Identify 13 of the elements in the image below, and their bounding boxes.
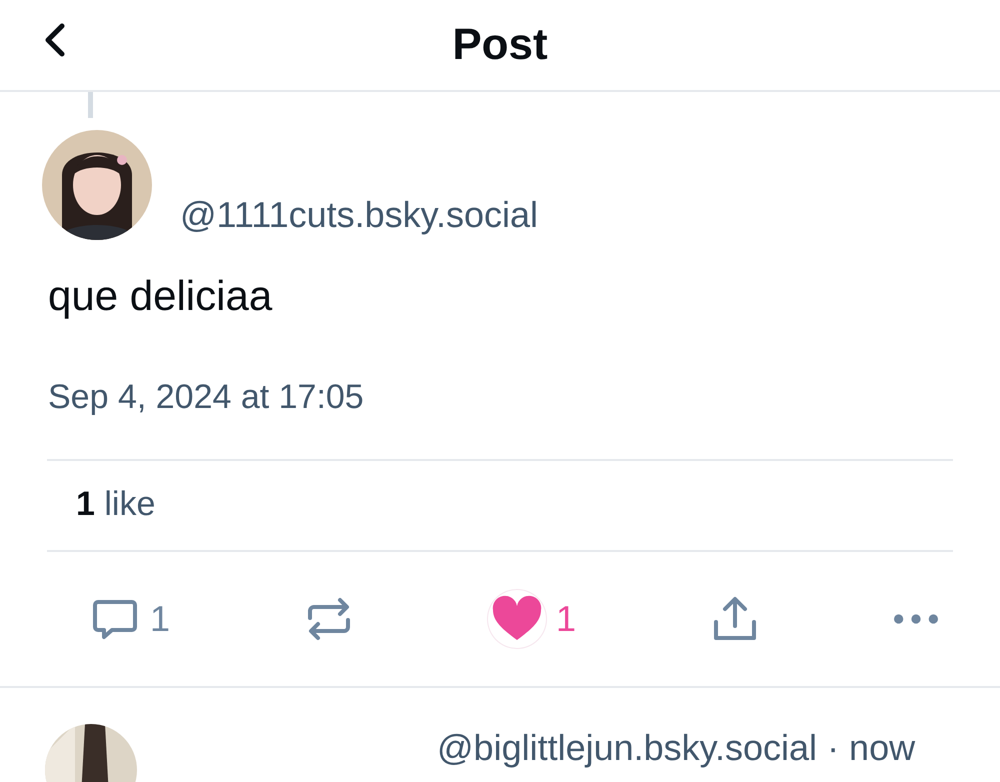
like-count[interactable]: 1 like <box>0 461 1000 550</box>
reply-handle[interactable]: @biglittlejun.bsky.social · now <box>437 727 916 769</box>
like-button[interactable]: 1 <box>488 590 576 648</box>
heart-icon <box>488 590 546 648</box>
more-button[interactable] <box>894 614 938 624</box>
user-handle[interactable]: @1111cuts.bsky.social <box>180 194 538 236</box>
post-text: que deliciaa <box>48 272 274 320</box>
page-title: Post <box>452 20 548 70</box>
post-timestamp: Sep 4, 2024 at 17:05 <box>48 378 365 417</box>
reply-button[interactable]: 1 <box>90 594 170 644</box>
action-count: 1 <box>150 598 170 640</box>
more-icon <box>894 614 938 624</box>
action-count: 1 <box>556 598 576 640</box>
